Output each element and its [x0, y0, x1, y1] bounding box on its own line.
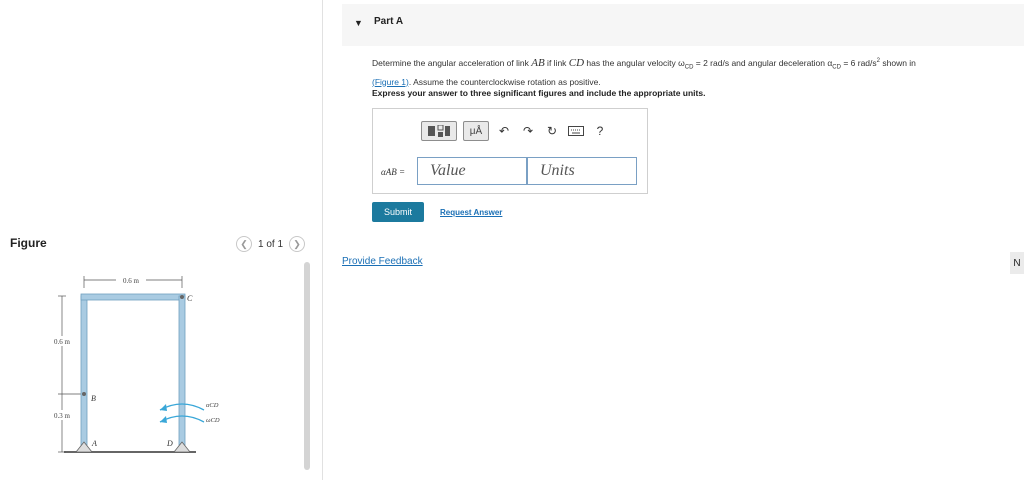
request-answer-link[interactable]: Request Answer — [440, 208, 502, 217]
pager-text: 1 of 1 — [258, 238, 284, 250]
point-b-label: B — [91, 394, 96, 403]
undo-icon[interactable]: ↶ — [495, 121, 513, 141]
answer-box: μÅ ↶ ↷ ↻ ? αAB = Value Units — [372, 108, 648, 194]
dim-left-upper-label: 0.6 m — [54, 338, 71, 346]
question-text: Determine the angular acceleration of li… — [372, 56, 916, 87]
link-bc — [80, 293, 186, 301]
units-input[interactable]: Units — [527, 157, 637, 185]
variable-label: αAB = — [381, 167, 406, 177]
help-icon[interactable]: ? — [591, 121, 609, 141]
provide-feedback-link[interactable]: Provide Feedback — [342, 256, 423, 267]
fraction-template-icon[interactable] — [421, 121, 457, 141]
figure-scrollbar[interactable] — [304, 262, 310, 470]
alpha-cd-label: αCD — [206, 402, 219, 409]
linkage-diagram: 0.6 m 0.6 m 0.3 m A B C D αCD ωCD — [50, 274, 220, 453]
units-button[interactable]: μÅ — [463, 121, 489, 141]
reset-icon[interactable]: ↻ — [543, 121, 561, 141]
chevron-right-icon[interactable]: ❯ — [289, 236, 306, 252]
math-toolbar: μÅ ↶ ↷ ↻ ? — [421, 121, 609, 141]
link-ab — [80, 295, 88, 449]
submit-button[interactable]: Submit — [372, 202, 424, 222]
figure-title: Figure — [10, 236, 47, 250]
part-label: Part A — [374, 16, 404, 27]
next-button[interactable]: N — [1010, 252, 1024, 274]
dim-left-lower-label: 0.3 m — [54, 412, 71, 420]
panel-divider — [322, 0, 323, 480]
link-cd — [178, 295, 186, 449]
dim-top-label: 0.6 m — [123, 277, 140, 285]
instructions-text: Express your answer to three significant… — [372, 88, 706, 98]
triangle-down-icon[interactable]: ▼ — [354, 18, 363, 28]
point-a-label: A — [91, 439, 97, 448]
pin-support-d — [173, 441, 191, 453]
chevron-left-icon[interactable]: ❮ — [236, 236, 252, 252]
part-a-header[interactable]: ▼ Part A — [342, 4, 1024, 46]
point-c-label: C — [187, 294, 193, 303]
point-d-label: D — [166, 439, 173, 448]
omega-cd-label: ωCD — [206, 417, 220, 424]
figure-pager: ❮ 1 of 1 ❯ — [236, 236, 306, 252]
figure-1-link[interactable]: (Figure 1) — [372, 77, 409, 87]
keyboard-icon[interactable] — [567, 121, 585, 141]
value-input[interactable]: Value — [417, 157, 527, 185]
redo-icon[interactable]: ↷ — [519, 121, 537, 141]
pin-support-a — [75, 441, 93, 453]
